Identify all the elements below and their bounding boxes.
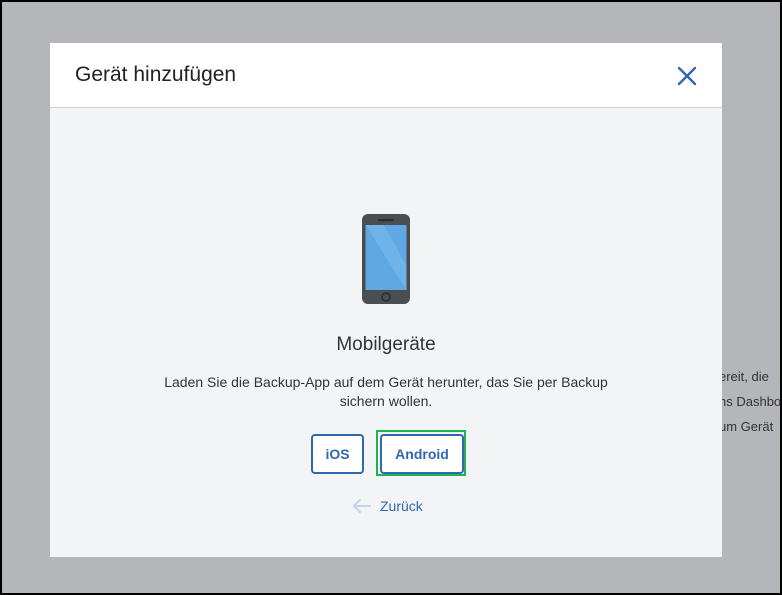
add-device-dialog: Gerät hinzufügen Mobilgeräte Laden Sie d… — [50, 43, 722, 557]
background-line: ns Dashbo — [719, 394, 782, 409]
background-page-text: ereit, die ns Dashbo um Gerät — [719, 364, 782, 439]
dialog-body: Mobilgeräte Laden Sie die Backup-App auf… — [50, 108, 722, 557]
ios-button[interactable]: iOS — [311, 434, 364, 474]
section-title: Mobilgeräte — [336, 334, 436, 355]
back-link-label: Zurück — [380, 498, 423, 514]
mobile-phone-icon — [362, 214, 410, 304]
close-button[interactable] — [672, 61, 702, 91]
dialog-title: Gerät hinzufügen — [75, 63, 237, 86]
back-link[interactable]: Zurück — [352, 498, 423, 514]
arrow-left-icon — [353, 499, 371, 513]
android-button[interactable]: Android — [380, 434, 464, 474]
background-line: um Gerät — [719, 419, 774, 434]
screen: ereit, die ns Dashbo um Gerät Gerät hinz… — [0, 0, 782, 595]
close-icon — [677, 66, 697, 86]
background-line: ereit, die — [719, 369, 769, 384]
dialog-header: Gerät hinzufügen — [50, 43, 722, 108]
description-text: Laden Sie die Backup-App auf dem Gerät h… — [164, 374, 608, 409]
